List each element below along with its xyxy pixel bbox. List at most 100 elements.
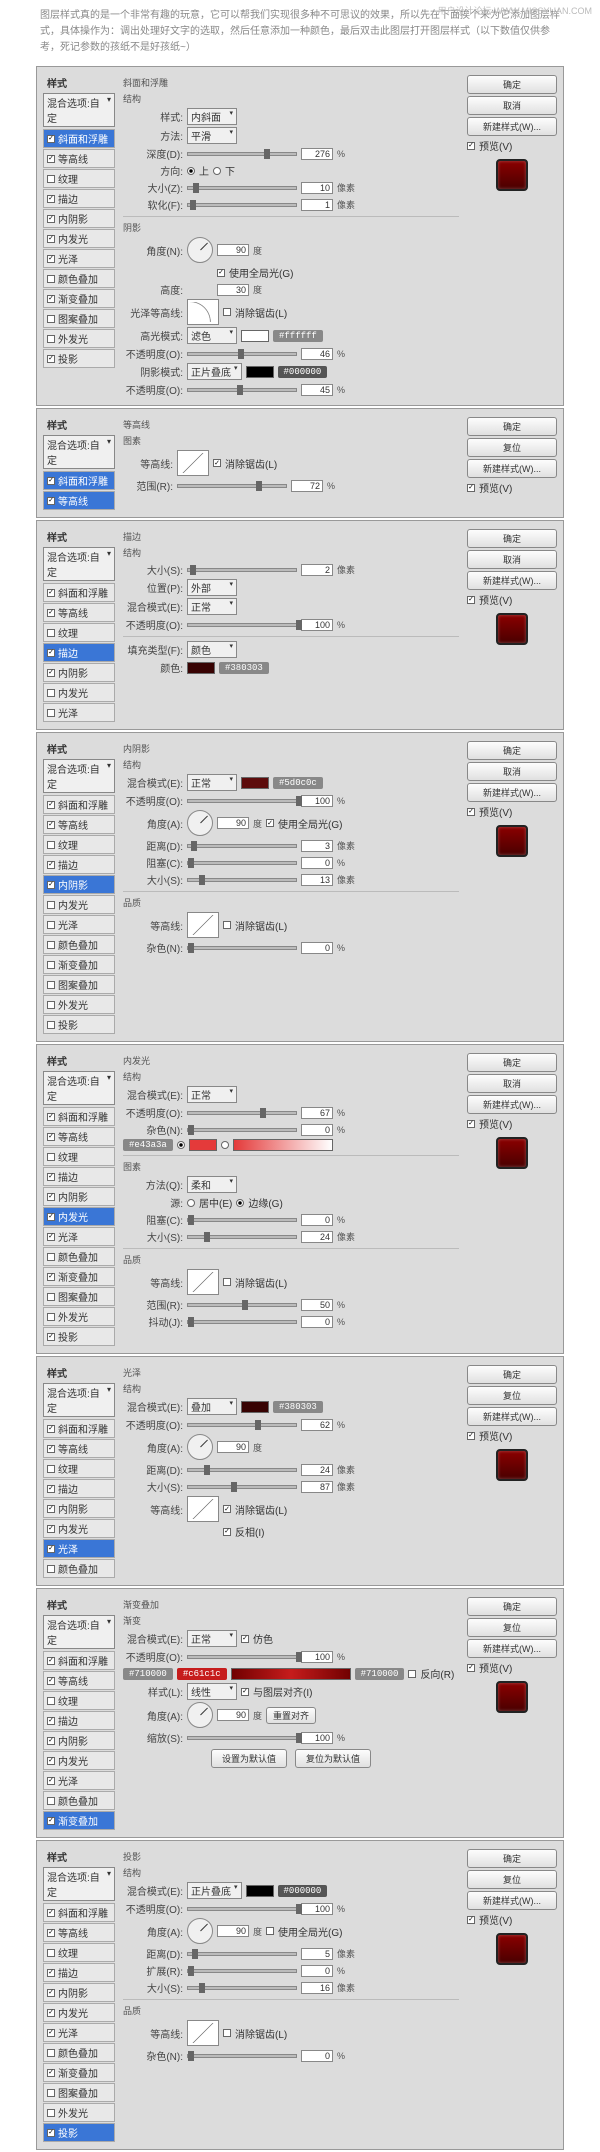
style-color-overlay[interactable]: 颜色叠加	[43, 1247, 115, 1266]
opacity-input[interactable]: 62	[301, 1419, 333, 1431]
size-slider[interactable]	[187, 878, 297, 882]
style-select[interactable]: 线性	[187, 1683, 237, 1700]
style-inner-glow[interactable]: 内发光	[43, 1519, 115, 1538]
record-button[interactable]	[496, 1933, 528, 1965]
style-bevel[interactable]: 斜面和浮雕	[43, 583, 115, 602]
distance-slider[interactable]	[187, 844, 297, 848]
reset-align-button[interactable]: 重置对齐	[266, 1707, 316, 1724]
style-inner-shadow[interactable]: 内阴影	[43, 875, 115, 894]
new-style-button[interactable]: 新建样式(W)...	[467, 1095, 557, 1114]
reset-button[interactable]: 复位	[467, 438, 557, 457]
global-check[interactable]	[266, 819, 274, 827]
ok-button[interactable]: 确定	[467, 1597, 557, 1616]
style-color-overlay[interactable]: 颜色叠加	[43, 2043, 115, 2062]
style-inner-shadow[interactable]: 内阴影	[43, 1187, 115, 1206]
opacity-slider[interactable]	[187, 623, 297, 627]
ok-button[interactable]: 确定	[467, 741, 557, 760]
style-texture[interactable]: 纹理	[43, 1459, 115, 1478]
soften-slider[interactable]	[187, 203, 297, 207]
blend-options[interactable]: 混合选项:自定	[43, 1615, 115, 1649]
style-contour[interactable]: 等高线	[43, 491, 115, 510]
opacity-input[interactable]: 100	[301, 1651, 333, 1663]
ok-button[interactable]: 确定	[467, 529, 557, 548]
reverse-check[interactable]	[408, 1670, 416, 1678]
opacity-slider[interactable]	[187, 1111, 297, 1115]
style-contour[interactable]: 等高线	[43, 603, 115, 622]
size-input[interactable]: 10	[301, 182, 333, 194]
style-inner-glow[interactable]: 内发光	[43, 2003, 115, 2022]
position-select[interactable]: 外部	[187, 579, 237, 596]
style-stroke[interactable]: 描边	[43, 855, 115, 874]
altitude-input[interactable]: 30	[217, 284, 249, 296]
ok-button[interactable]: 确定	[467, 1365, 557, 1384]
cancel-button[interactable]: 取消	[467, 96, 557, 115]
style-drop-shadow[interactable]: 投影	[43, 2123, 115, 2142]
angle-input[interactable]: 90	[217, 1709, 249, 1721]
color-swatch[interactable]	[241, 777, 269, 789]
style-drop-shadow[interactable]: 投影	[43, 349, 115, 368]
angle-input[interactable]: 90	[217, 244, 249, 256]
reset-default-button[interactable]: 复位为默认值	[295, 1749, 371, 1768]
cancel-button[interactable]: 取消	[467, 762, 557, 781]
size-slider[interactable]	[187, 1986, 297, 1990]
global-light-check[interactable]	[217, 269, 225, 277]
style-bevel[interactable]: 斜面和浮雕	[43, 1651, 115, 1670]
opacity-input[interactable]: 67	[301, 1107, 333, 1119]
scale-slider[interactable]	[187, 1736, 297, 1740]
shadow-mode-select[interactable]: 正片叠底	[187, 363, 242, 380]
choke-input[interactable]: 0	[301, 1214, 333, 1226]
contour-picker[interactable]	[187, 912, 219, 938]
gradient-picker[interactable]	[233, 1139, 333, 1151]
record-button[interactable]	[496, 1449, 528, 1481]
color-swatch[interactable]	[246, 1885, 274, 1897]
style-outer-glow[interactable]: 外发光	[43, 329, 115, 348]
antialias-check[interactable]	[213, 459, 221, 467]
style-color-overlay[interactable]: 颜色叠加	[43, 1559, 115, 1578]
blend-options[interactable]: 混合选项:自定	[43, 93, 115, 127]
style-color-overlay[interactable]: 颜色叠加	[43, 1791, 115, 1810]
new-style-button[interactable]: 新建样式(W)...	[467, 1639, 557, 1658]
style-gradient-overlay[interactable]: 渐变叠加	[43, 1267, 115, 1286]
opacity-input[interactable]: 100	[301, 1903, 333, 1915]
style-satin[interactable]: 光泽	[43, 1539, 115, 1558]
opacity-input[interactable]: 100	[301, 795, 333, 807]
opacity-input[interactable]: 100	[301, 619, 333, 631]
blend-options[interactable]: 混合选项:自定	[43, 759, 115, 793]
range-input[interactable]: 50	[301, 1299, 333, 1311]
noise-input[interactable]: 0	[301, 942, 333, 954]
direction-down-radio[interactable]	[213, 167, 221, 175]
align-check[interactable]	[241, 1688, 249, 1696]
sh-opacity-slider[interactable]	[187, 388, 297, 392]
record-button[interactable]	[496, 1137, 528, 1169]
blend-select[interactable]: 正常	[187, 774, 237, 791]
blend-options[interactable]: 混合选项:自定	[43, 1867, 115, 1901]
preview-check[interactable]	[467, 808, 475, 816]
opacity-slider[interactable]	[187, 1907, 297, 1911]
style-stroke[interactable]: 描边	[43, 1479, 115, 1498]
depth-input[interactable]: 276	[301, 148, 333, 160]
gloss-contour[interactable]	[187, 299, 219, 325]
choke-slider[interactable]	[187, 1218, 297, 1222]
angle-control[interactable]	[187, 237, 213, 263]
antialias-check[interactable]	[223, 921, 231, 929]
style-satin[interactable]: 光泽	[43, 703, 115, 722]
distance-input[interactable]: 24	[301, 1464, 333, 1476]
angle-control[interactable]	[187, 810, 213, 836]
contour-picker[interactable]	[187, 2020, 219, 2046]
record-button[interactable]	[496, 613, 528, 645]
new-style-button[interactable]: 新建样式(W)...	[467, 783, 557, 802]
size-input[interactable]: 16	[301, 1982, 333, 1994]
new-style-button[interactable]: 新建样式(W)...	[467, 571, 557, 590]
method-select[interactable]: 柔和	[187, 1176, 237, 1193]
style-satin[interactable]: 光泽	[43, 915, 115, 934]
depth-slider[interactable]	[187, 152, 297, 156]
antialias-check[interactable]	[223, 1505, 231, 1513]
style-stroke[interactable]: 描边	[43, 1711, 115, 1730]
style-inner-shadow[interactable]: 内阴影	[43, 209, 115, 228]
jitter-slider[interactable]	[187, 1320, 297, 1324]
size-input[interactable]: 13	[301, 874, 333, 886]
opacity-slider[interactable]	[187, 1655, 297, 1659]
style-gradient-overlay[interactable]: 渐变叠加	[43, 289, 115, 308]
style-pattern-overlay[interactable]: 图案叠加	[43, 2083, 115, 2102]
style-bevel[interactable]: 斜面和浮雕	[43, 471, 115, 490]
